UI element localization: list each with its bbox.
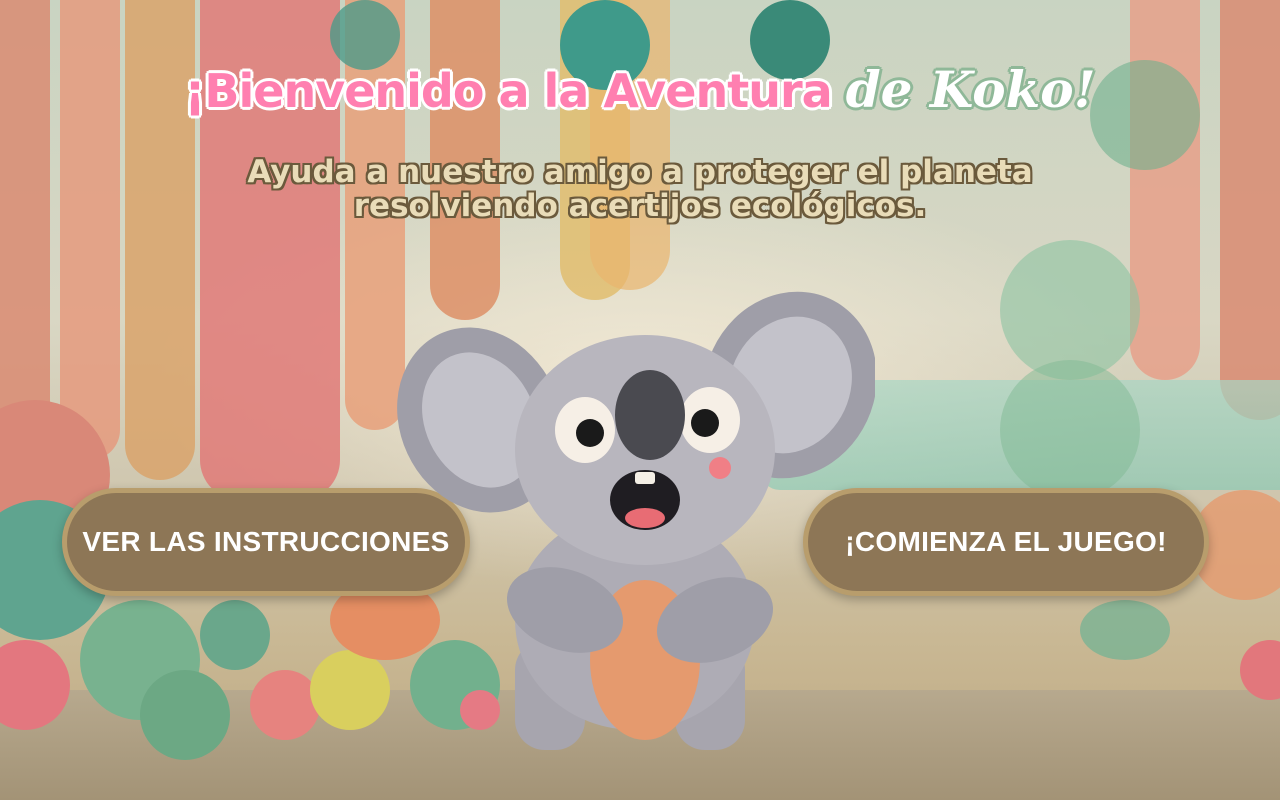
start-game-button-label: ¡COMIENZA EL JUEGO! [845, 526, 1167, 557]
title-script: de Koko! [845, 60, 1096, 119]
koala-character-icon [397, 291, 875, 750]
subtitle-line-2: resolviendo acertijos ecológicos. [353, 188, 927, 224]
subtitle-line-1: Ayuda a nuestro amigo a proteger el plan… [247, 154, 1033, 190]
game-subtitle: Ayuda a nuestro amigo a proteger el plan… [190, 155, 1090, 223]
title-main: ¡Bienvenido a la Aventura [184, 64, 832, 118]
game-title: ¡Bienvenido a la Aventura de Koko! [0, 60, 1280, 119]
